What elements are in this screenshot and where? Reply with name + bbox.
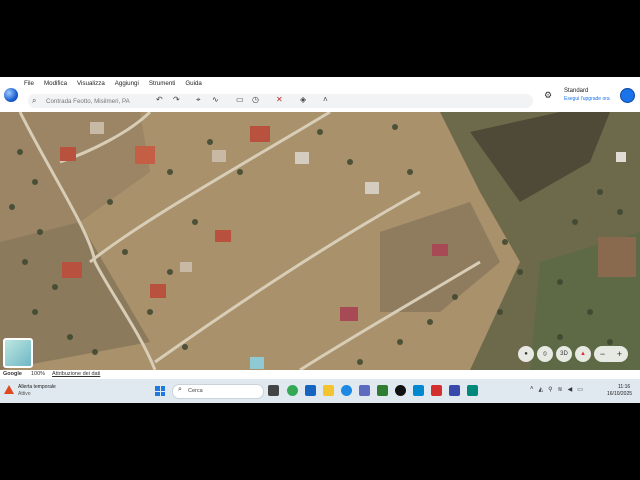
menu-strumenti[interactable]: Strumenti: [149, 80, 175, 87]
app-icon[interactable]: [467, 385, 478, 396]
menu-file[interactable]: File: [24, 80, 34, 87]
avatar[interactable]: [620, 88, 635, 103]
remote-desktop-icon[interactable]: [413, 385, 424, 396]
layer-thumbnail[interactable]: [3, 338, 33, 368]
weather-status: Attivo: [18, 391, 31, 397]
tools-icon[interactable]: ✕: [276, 95, 283, 104]
history-icon[interactable]: ◷: [252, 95, 259, 104]
edge-icon[interactable]: [341, 385, 352, 396]
ruler-icon[interactable]: ▭: [236, 95, 244, 104]
satellite-imagery: [0, 112, 640, 370]
word-icon[interactable]: [449, 385, 460, 396]
zoom-out-button[interactable]: −: [600, 349, 605, 359]
weather-title[interactable]: Allerta temporale: [18, 384, 56, 390]
google-drive-icon[interactable]: ◭: [539, 386, 544, 393]
menu-guida[interactable]: Guida: [185, 80, 202, 87]
battery-icon[interactable]: ▭: [577, 386, 583, 393]
search-icon: ⌕: [178, 386, 182, 393]
chevron-up-icon[interactable]: ˄: [323, 95, 328, 104]
system-tray: ˄ ◭ ⚲ ≋ ◀ ▭: [530, 386, 583, 393]
tiktok-icon[interactable]: [395, 385, 406, 396]
account-plan: Standard: [564, 88, 589, 94]
google-brand: Google: [3, 371, 22, 377]
path-icon[interactable]: ∿: [212, 95, 219, 104]
excel-icon[interactable]: [377, 385, 388, 396]
store-icon[interactable]: [305, 385, 316, 396]
task-view-icon[interactable]: [268, 385, 279, 396]
redo-icon[interactable]: ↷: [173, 95, 180, 104]
zoom-control: − +: [594, 346, 628, 362]
wifi-icon[interactable]: ≋: [558, 386, 563, 393]
menu-modifica[interactable]: Modifica: [44, 80, 67, 87]
pegman-icon[interactable]: ●: [518, 346, 534, 362]
layers-icon[interactable]: ◈: [300, 95, 306, 104]
map-controls: ● ⦸ 3D ▲ − +: [518, 346, 628, 364]
upgrade-link[interactable]: Esegui l'upgrade ora: [564, 96, 610, 102]
menu-bar: File Modifica Visualizza Aggiungi Strume…: [24, 80, 212, 87]
microphone-icon[interactable]: ⚲: [548, 386, 552, 393]
app-header: File Modifica Visualizza Aggiungi Strume…: [0, 77, 640, 112]
satellite-map[interactable]: ● ⦸ 3D ▲ − +: [0, 112, 640, 370]
explorer-icon[interactable]: [323, 385, 334, 396]
weather-alert-icon[interactable]: [4, 385, 14, 394]
zoom-level: 100%: [31, 371, 46, 377]
volume-icon[interactable]: ◀: [568, 386, 573, 393]
chevron-up-icon[interactable]: ˄: [530, 386, 534, 393]
acrobat-icon[interactable]: [431, 385, 442, 396]
attribution-link[interactable]: Attribuzione dei dati: [52, 371, 100, 377]
app-window: File Modifica Visualizza Aggiungi Strume…: [0, 77, 640, 403]
start-button[interactable]: [155, 386, 165, 396]
menu-visualizza[interactable]: Visualizza: [77, 80, 105, 87]
taskbar-search[interactable]: ⌕ Cerca: [172, 384, 264, 399]
settings-gear-icon[interactable]: ⚙: [544, 90, 552, 101]
clock-time[interactable]: 11:16: [618, 384, 630, 390]
chrome-icon[interactable]: [287, 385, 298, 396]
status-bar: Google 100% Attribuzione dei dati: [0, 370, 640, 379]
taskbar-search-label: Cerca: [188, 388, 203, 394]
clock-date[interactable]: 16/10/2025: [607, 391, 632, 397]
compass-icon[interactable]: ▲: [575, 346, 591, 362]
zoom-in-button[interactable]: +: [617, 349, 622, 359]
toggle-3d-button[interactable]: 3D: [556, 346, 572, 362]
search-icon[interactable]: ⌕: [32, 96, 36, 106]
teams-icon[interactable]: [359, 385, 370, 396]
menu-aggiungi[interactable]: Aggiungi: [115, 80, 139, 87]
search-input[interactable]: [46, 94, 146, 108]
windows-taskbar: Allerta temporale Attivo ⌕ Cerca ˄ ◭ ⚲ ≋…: [0, 379, 640, 403]
pin-icon[interactable]: ⌖: [196, 95, 201, 105]
compass-off-icon[interactable]: ⦸: [537, 346, 553, 362]
undo-icon[interactable]: ↶: [156, 95, 163, 104]
search-bar: ⌕ ↶ ↷ ⌖ ∿ ▭ ◷ ✕ ◈ ˄: [28, 94, 533, 108]
google-earth-logo[interactable]: [4, 88, 18, 102]
